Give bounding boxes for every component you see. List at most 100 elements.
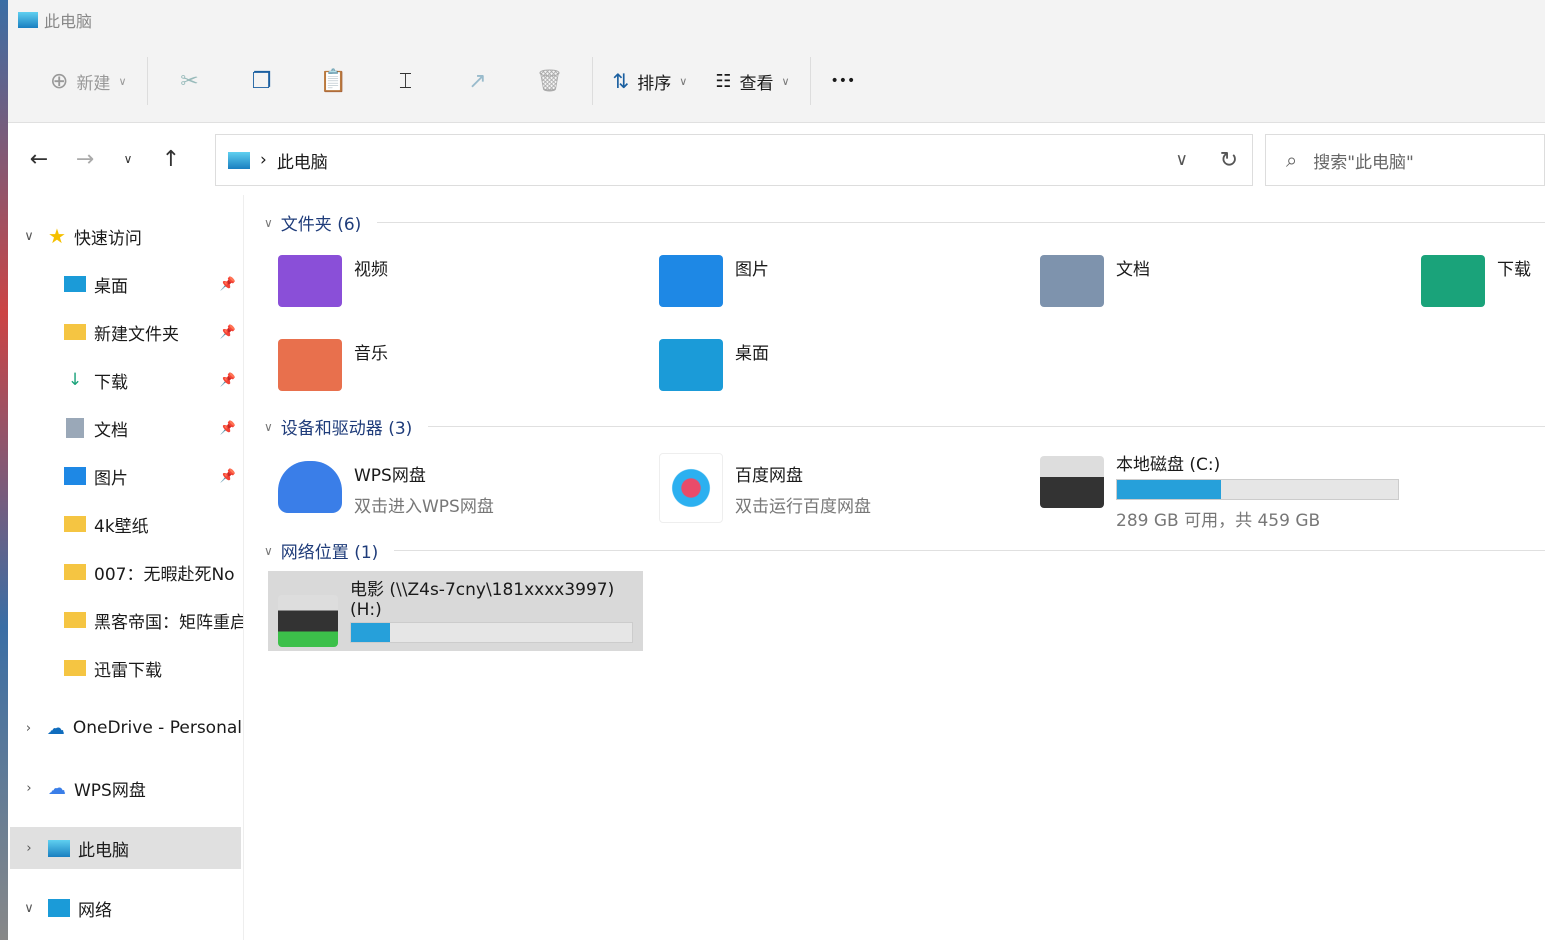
computer-icon [48, 839, 70, 857]
sidebar-item-folder[interactable]: 4k壁纸 [8, 503, 242, 545]
share-icon[interactable]: ↗ [456, 59, 500, 103]
videos-folder-icon [278, 255, 342, 307]
sidebar-item-quick-access[interactable]: ∨ ★ 快速访问 [8, 215, 242, 257]
breadcrumb[interactable]: 此电脑 [277, 148, 328, 173]
sidebar-item-onedrive[interactable]: › ☁ OneDrive - Personal [8, 707, 242, 749]
chevron-right-icon[interactable]: › [18, 721, 39, 736]
wps-cloud-icon [278, 461, 342, 513]
sidebar-item-desktop[interactable]: 桌面 📌 [8, 263, 242, 305]
download-icon: ↓ [67, 370, 83, 390]
baidu-drive-icon [659, 453, 723, 523]
desktop-icon [64, 276, 86, 292]
sidebar-item-wps[interactable]: › ☁ WPS网盘 [8, 767, 242, 809]
network-drive-icon [278, 595, 338, 647]
folder-music[interactable]: 音乐 [278, 339, 388, 391]
star-icon: ★ [48, 224, 66, 248]
chevron-down-icon[interactable]: ∨ [18, 229, 40, 244]
sidebar-item-documents[interactable]: 文档 📌 [8, 407, 242, 449]
chevron-down-icon: ∨ [118, 74, 127, 88]
network-icon [48, 899, 70, 917]
folder-desktop[interactable]: 桌面 [659, 339, 769, 391]
folder-icon [64, 660, 86, 676]
sort-icon: ⇅ [612, 69, 630, 93]
folder-documents[interactable]: 文档 [1040, 255, 1150, 307]
more-button[interactable]: ••• [817, 59, 870, 103]
hard-drive-icon [1040, 456, 1104, 508]
divider [146, 57, 148, 105]
document-icon [66, 418, 84, 438]
downloads-folder-icon [1421, 255, 1485, 307]
device-wps-drive[interactable]: WPS网盘 双击进入WPS网盘 [278, 461, 494, 517]
sort-button[interactable]: ⇅ 排序 ∨ [599, 59, 702, 103]
music-folder-icon [278, 339, 342, 391]
plus-circle-icon: ⊕ [50, 68, 69, 94]
disk-usage-bar [350, 622, 633, 643]
chevron-down-icon: ∨ [264, 543, 273, 558]
desktop-folder-icon [659, 339, 723, 391]
back-arrow-icon[interactable]: ← [16, 147, 62, 172]
folder-icon [64, 564, 86, 580]
folder-icon [64, 516, 86, 532]
chevron-down-icon: ∨ [264, 419, 273, 434]
computer-icon [228, 151, 250, 169]
chevron-right-icon[interactable]: › [18, 781, 40, 796]
folder-videos[interactable]: 视频 [278, 255, 388, 307]
chevron-right-icon[interactable]: › [18, 841, 40, 856]
rename-icon[interactable]: ⌶ [384, 59, 428, 103]
picture-icon [64, 467, 86, 485]
sidebar-item-folder[interactable]: 黑客帝国：矩阵重启 [8, 599, 243, 641]
chevron-down-icon: ∨ [679, 74, 688, 88]
cloud-icon: ☁ [46, 717, 65, 739]
pin-icon: 📌 [219, 420, 236, 436]
search-icon: ⌕ [1286, 148, 1298, 172]
sidebar-item-network[interactable]: ∨ 网络 [8, 887, 242, 929]
sidebar-item-folder[interactable]: 007：无暇赴死No [8, 551, 242, 593]
sidebar-item-folder[interactable]: 新建文件夹 📌 [8, 311, 242, 353]
sidebar-item-folder[interactable]: 迅雷下载 [8, 647, 242, 689]
view-button[interactable]: ☷ 查看 ∨ [701, 59, 803, 103]
pin-icon: 📌 [219, 468, 236, 484]
documents-folder-icon [1040, 255, 1104, 307]
cloud-icon: ☁ [48, 777, 66, 799]
divider [809, 57, 811, 105]
view-list-icon: ☷ [715, 70, 732, 92]
folder-icon [64, 612, 86, 628]
recent-chevron-icon[interactable]: ∨ [108, 152, 148, 166]
delete-icon[interactable]: 🗑 [528, 59, 572, 103]
explorer-window: 此电脑 ⊕ 新建 ∨ ✂ ❐ 📋 ⌶ ↗ 🗑 ⇅ 排序 ∨ ☷ 查看 ∨ ••• ← → ∨… [8, 0, 1545, 940]
command-bar: ⊕ 新建 ∨ ✂ ❐ 📋 ⌶ ↗ 🗑 ⇅ 排序 ∨ ☷ 查看 ∨ ••• [8, 40, 1545, 123]
forward-arrow-icon[interactable]: → [62, 147, 108, 172]
address-dropdown-icon[interactable]: ∨ [1176, 150, 1188, 170]
folder-pictures[interactable]: 图片 [659, 255, 769, 307]
content-pane: ∨ 文件夹 (6) 视频 图片 文档 下载 音乐 桌面 ∨ 设备和驱动器 (3) W… [256, 195, 1545, 940]
window-title: 此电脑 [44, 12, 93, 31]
copy-icon[interactable]: ❐ [240, 59, 284, 103]
group-header-folders[interactable]: ∨ 文件夹 (6) [256, 210, 1545, 235]
sidebar-item-pictures[interactable]: 图片 📌 [8, 455, 242, 497]
divider [591, 57, 593, 105]
pictures-folder-icon [659, 255, 723, 307]
sidebar-item-this-pc[interactable]: › 此电脑 [10, 827, 241, 869]
network-drive-h[interactable]: 电影 (\\Z4s-7cny\181xxxx3997) (H:) [268, 571, 643, 651]
cut-icon[interactable]: ✂ [168, 59, 212, 103]
group-header-network[interactable]: ∨ 网络位置 (1) [256, 538, 1545, 563]
desktop-edge [0, 0, 8, 940]
refresh-icon[interactable]: ↻ [1220, 148, 1238, 173]
folder-downloads[interactable]: 下载 [1421, 255, 1531, 307]
chevron-down-icon[interactable]: ∨ [18, 901, 40, 916]
navigation-pane: ∨ ★ 快速访问 桌面 📌 新建文件夹 📌 ↓ 下载 📌 文档 📌 图片 📌 4k壁纸 007：… [8, 195, 244, 940]
search-input[interactable]: ⌕ 搜索"此电脑" [1265, 134, 1545, 186]
chevron-down-icon: ∨ [264, 215, 273, 230]
device-local-disk-c[interactable]: 本地磁盘 (C:) 289 GB 可用，共 459 GB [1040, 450, 1399, 531]
sidebar-item-downloads[interactable]: ↓ 下载 📌 [8, 359, 242, 401]
group-header-devices[interactable]: ∨ 设备和驱动器 (3) [256, 414, 1545, 439]
folder-icon [64, 324, 86, 340]
paste-icon[interactable]: 📋 [312, 59, 356, 103]
up-arrow-icon[interactable]: ↑ [148, 147, 194, 172]
navigation-bar: ← → ∨ ↑ › 此电脑 ∨ ↻ ⌕ 搜索"此电脑" [8, 123, 1545, 195]
title-bar: 此电脑 [8, 0, 1545, 40]
address-bar[interactable]: › 此电脑 ∨ ↻ [215, 134, 1253, 186]
pin-icon: 📌 [219, 276, 236, 292]
new-button[interactable]: ⊕ 新建 ∨ [36, 59, 141, 103]
device-baidu-drive[interactable]: 百度网盘 双击运行百度网盘 [659, 453, 871, 523]
